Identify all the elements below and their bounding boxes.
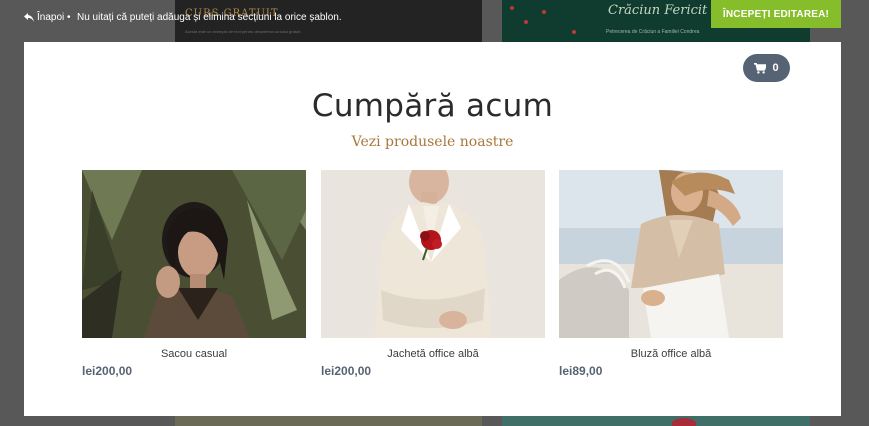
modal-subtitle: Vezi produsele noastre (351, 134, 514, 150)
start-editing-button[interactable]: ÎNCEPEȚI EDITAREA! (711, 0, 841, 28)
back-arrow-icon (24, 13, 34, 22)
cart-icon (754, 62, 767, 74)
product-name: Sacou casual (160, 348, 228, 360)
cart-count: 0 (772, 62, 779, 74)
product-image[interactable] (321, 170, 545, 338)
help-text: Nu uitați că puteți adăuga și elimina se… (77, 12, 342, 23)
product-name: Bluză office albă (630, 348, 712, 360)
back-link-label: Înapoi (37, 12, 65, 23)
help-bar: Înapoi • Nu uitați că puteți adăuga și e… (0, 0, 700, 38)
back-link[interactable]: Înapoi (24, 12, 64, 23)
shop-modal: 0 Cumpără acum Vezi produsele noastre Sa… (24, 42, 841, 416)
product-price: lei89,00 (559, 364, 603, 378)
cart-button[interactable]: 0 (743, 54, 790, 82)
product-name: Jachetă office albă (387, 348, 479, 360)
product-card[interactable]: Sacou casual lei200,00 (82, 170, 306, 378)
background-template-bottom-left (175, 416, 482, 426)
flower-decor (672, 418, 696, 426)
modal-title: Cumpără acum (311, 88, 554, 124)
product-price: lei200,00 (82, 364, 133, 378)
product-grid: Sacou casual lei200,00 Jachetă office al… (82, 170, 784, 385)
product-price: lei200,00 (321, 364, 372, 378)
product-image[interactable] (559, 170, 783, 338)
product-image[interactable] (82, 170, 306, 338)
background-template-bottom-right (502, 416, 810, 426)
product-card[interactable]: Bluză office albă lei89,00 (559, 170, 783, 378)
product-card[interactable]: Jachetă office albă lei200,00 (321, 170, 545, 378)
separator: • (67, 12, 71, 23)
